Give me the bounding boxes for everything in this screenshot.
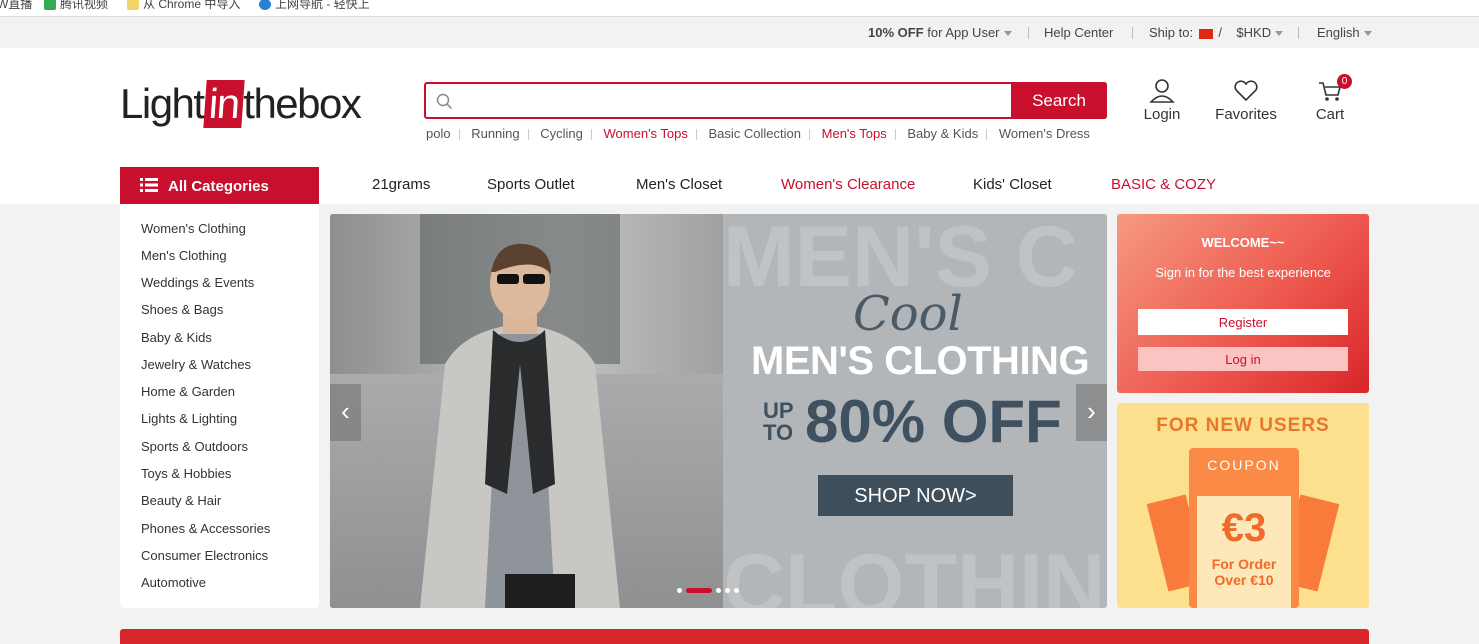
carousel-indicators: [677, 582, 743, 600]
welcome-subtitle: Sign in for the best experience: [1155, 265, 1331, 280]
search-icon: [436, 93, 453, 110]
category-item[interactable]: Consumer Electronics: [141, 548, 268, 563]
hot-search-link[interactable]: Basic Collection: [709, 126, 802, 141]
coupon-headline: FOR NEW USERS: [1156, 415, 1330, 436]
category-item[interactable]: Toys & Hobbies: [141, 466, 231, 481]
hot-search-link[interactable]: Baby & Kids: [907, 126, 978, 141]
carousel-dot-active[interactable]: [686, 588, 712, 594]
category-item[interactable]: Weddings & Events: [141, 275, 254, 290]
log-in-button[interactable]: Log in: [1138, 347, 1348, 371]
nav-link[interactable]: BASIC & COZY: [1111, 176, 1216, 193]
carousel-dot[interactable]: [716, 588, 721, 594]
search-input[interactable]: [456, 84, 1010, 119]
hot-searches: polo Running Cycling Women's Tops Basic …: [426, 126, 1090, 141]
category-item[interactable]: Beauty & Hair: [141, 493, 221, 508]
bookmark-item[interactable]: 从 Chrome 中导入: [127, 0, 240, 12]
category-item[interactable]: Jewelry & Watches: [141, 357, 251, 372]
video-icon: [44, 0, 56, 11]
folder-icon: [127, 0, 139, 11]
search-bar: Search: [424, 82, 1107, 119]
category-item[interactable]: Home & Garden: [141, 384, 235, 399]
menu-icon: [140, 178, 158, 192]
welcome-title: WELCOME~~: [1201, 235, 1285, 250]
register-button[interactable]: Register: [1138, 309, 1348, 335]
hot-search-link[interactable]: Women's Dress: [999, 126, 1090, 141]
banner-promo-area: MEN'S C CLOTHIN Cool MEN'S CLOTHING UP TO…: [723, 214, 1107, 608]
ship-to-selector[interactable]: Ship to: / $HKD: [1149, 25, 1284, 40]
category-item[interactable]: Shoes & Bags: [141, 302, 223, 317]
category-item[interactable]: Phones & Accessories: [141, 521, 270, 536]
category-item[interactable]: Women's Clothing: [141, 221, 246, 236]
coupon-label: COUPON: [1207, 457, 1281, 473]
carousel-next-button[interactable]: ›: [1076, 384, 1107, 441]
cart-count-badge: 0: [1337, 74, 1352, 89]
login-link[interactable]: Login: [1142, 78, 1182, 123]
bookmarks-bar: W直播 腾讯视频 从 Chrome 中导入 上网导航 - 轻快上: [0, 0, 1479, 17]
favorites-link[interactable]: Favorites: [1214, 78, 1278, 123]
nav-link[interactable]: Women's Clearance: [781, 176, 915, 193]
nav-link[interactable]: Men's Closet: [636, 176, 722, 193]
coupon-amount: €3: [1221, 506, 1267, 550]
search-button[interactable]: Search: [1011, 82, 1107, 119]
hot-search-link[interactable]: Running: [471, 126, 519, 141]
category-item[interactable]: Lights & Lighting: [141, 411, 237, 426]
flag-hk-icon: [1198, 28, 1213, 39]
carousel-dot[interactable]: [677, 588, 682, 594]
hot-search-link[interactable]: Cycling: [540, 126, 583, 141]
app-promo-link[interactable]: 10% OFF for App User: [868, 25, 1012, 40]
nav-link[interactable]: Sports Outlet: [487, 176, 575, 193]
cart-link[interactable]: 0 Cart: [1313, 74, 1352, 123]
bookmark-item[interactable]: 腾讯视频: [44, 0, 108, 12]
all-categories-button[interactable]: All Categories: [120, 167, 319, 205]
bookmark-item[interactable]: W直播: [0, 0, 32, 12]
user-icon: [1149, 79, 1175, 103]
banner-model-photo: [330, 214, 723, 608]
chevron-left-icon: ‹: [341, 396, 350, 426]
chevron-right-icon: ›: [1087, 396, 1096, 426]
nav-link[interactable]: 21grams: [372, 176, 430, 193]
category-item[interactable]: Baby & Kids: [141, 330, 212, 345]
chevron-down-icon: [1363, 31, 1372, 37]
help-center-link[interactable]: Help Center: [1044, 25, 1113, 40]
site-logo[interactable]: Lightinthebox: [120, 80, 362, 130]
chevron-down-icon: [1275, 31, 1284, 37]
category-sidebar: Women's Clothing Men's Clothing Weddings…: [120, 204, 319, 608]
divider: [1132, 27, 1133, 39]
banner-title: MEN'S CLOTHING: [751, 339, 1090, 383]
banner-discount: UP TO 80% OFF: [763, 388, 1062, 455]
promo-strip[interactable]: [120, 629, 1369, 644]
welcome-card: WELCOME~~ Sign in for the best experienc…: [1117, 214, 1369, 393]
heart-icon: [1234, 80, 1258, 102]
hot-search-link[interactable]: polo: [426, 126, 451, 141]
carousel-dot[interactable]: [725, 588, 730, 594]
divider: [1028, 27, 1029, 39]
nav-link[interactable]: Kids' Closet: [973, 176, 1052, 193]
language-selector[interactable]: English: [1317, 25, 1372, 40]
coupon-ticket: COUPON €3 For Order Over €10: [1189, 448, 1299, 608]
bookmark-item[interactable]: 上网导航 - 轻快上: [259, 0, 370, 12]
hero-banner[interactable]: MEN'S C CLOTHIN Cool MEN'S CLOTHING UP TO…: [330, 214, 1107, 608]
chevron-down-icon: [1003, 31, 1012, 37]
new-user-coupon[interactable]: FOR NEW USERS COUPON €3 For Order Over €1…: [1117, 403, 1369, 608]
ie-icon: [259, 0, 271, 11]
banner-script-text: Cool: [853, 286, 963, 342]
coupon-condition: For Order Over €10: [1211, 556, 1277, 588]
top-utility-bar: 10% OFF for App User Help Center Ship to…: [0, 17, 1479, 48]
category-item[interactable]: Automotive: [141, 575, 206, 590]
carousel-prev-button[interactable]: ‹: [330, 384, 361, 441]
hot-search-link[interactable]: Women's Tops: [604, 126, 688, 141]
site-header: Lightinthebox Search polo Running Cyclin…: [0, 48, 1479, 205]
shop-now-button[interactable]: SHOP NOW>: [818, 475, 1013, 516]
divider: [1298, 27, 1299, 39]
carousel-dot[interactable]: [734, 588, 739, 594]
category-item[interactable]: Men's Clothing: [141, 248, 227, 263]
category-item[interactable]: Sports & Outdoors: [141, 439, 248, 454]
hot-search-link[interactable]: Men's Tops: [822, 126, 887, 141]
